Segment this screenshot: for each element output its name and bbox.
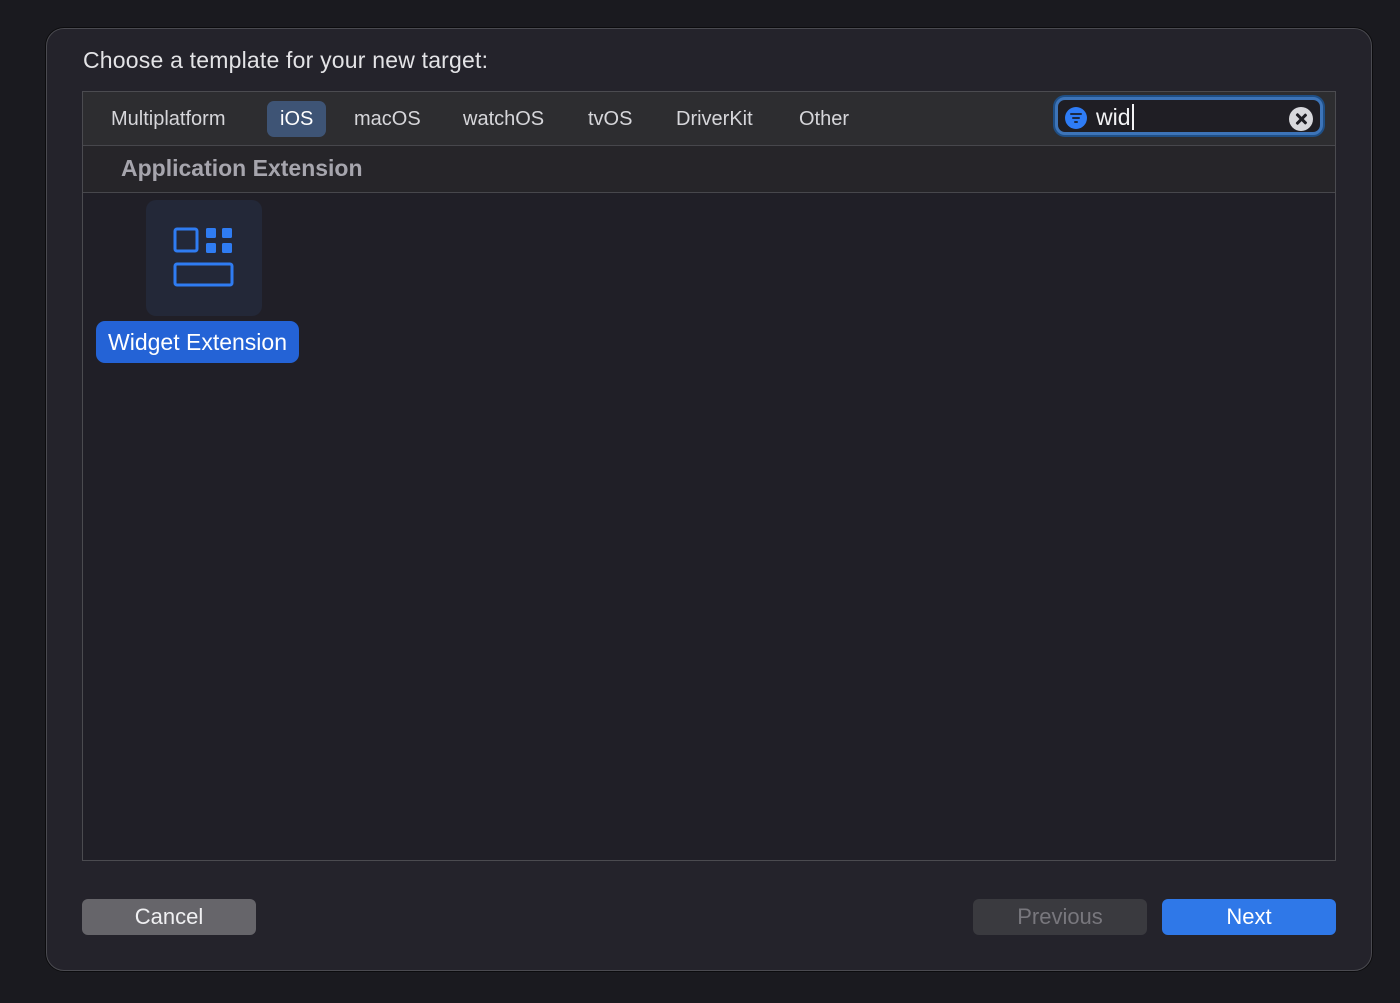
tab-ios[interactable]: iOS xyxy=(267,101,327,137)
tab-multiplatform[interactable]: Multiplatform xyxy=(98,101,238,137)
template-label: Widget Extension xyxy=(96,321,299,363)
tab-watchos[interactable]: watchOS xyxy=(450,101,557,137)
platform-tab-bar: Multiplatform iOS macOS watchOS tvOS Dri… xyxy=(83,92,1335,146)
text-caret xyxy=(1131,104,1134,130)
dialog-title: Choose a template for your new target: xyxy=(83,47,489,73)
widget-icon xyxy=(146,200,262,316)
search-input-text: wid xyxy=(1096,104,1131,130)
new-target-dialog: Choose a template for your new target: M… xyxy=(46,28,1372,971)
template-item-widget-extension[interactable]: Widget Extension xyxy=(95,200,313,366)
template-chooser: Multiplatform iOS macOS watchOS tvOS Dri… xyxy=(82,91,1336,861)
tab-tvos[interactable]: tvOS xyxy=(575,101,645,137)
previous-button[interactable]: Previous xyxy=(973,899,1147,935)
next-button[interactable]: Next xyxy=(1162,899,1336,935)
template-search-field[interactable]: wid xyxy=(1055,97,1323,135)
search-input[interactable]: wid xyxy=(1096,103,1134,131)
tab-other[interactable]: Other xyxy=(786,101,862,137)
filter-icon[interactable] xyxy=(1065,107,1087,129)
tab-driverkit[interactable]: DriverKit xyxy=(663,101,766,137)
clear-search-icon[interactable] xyxy=(1289,107,1313,131)
section-title: Application Extension xyxy=(121,155,363,181)
tab-macos[interactable]: macOS xyxy=(341,101,434,137)
section-header: Application Extension xyxy=(83,146,1335,193)
widget-icon-glyph xyxy=(173,227,234,287)
cancel-button[interactable]: Cancel xyxy=(82,899,256,935)
